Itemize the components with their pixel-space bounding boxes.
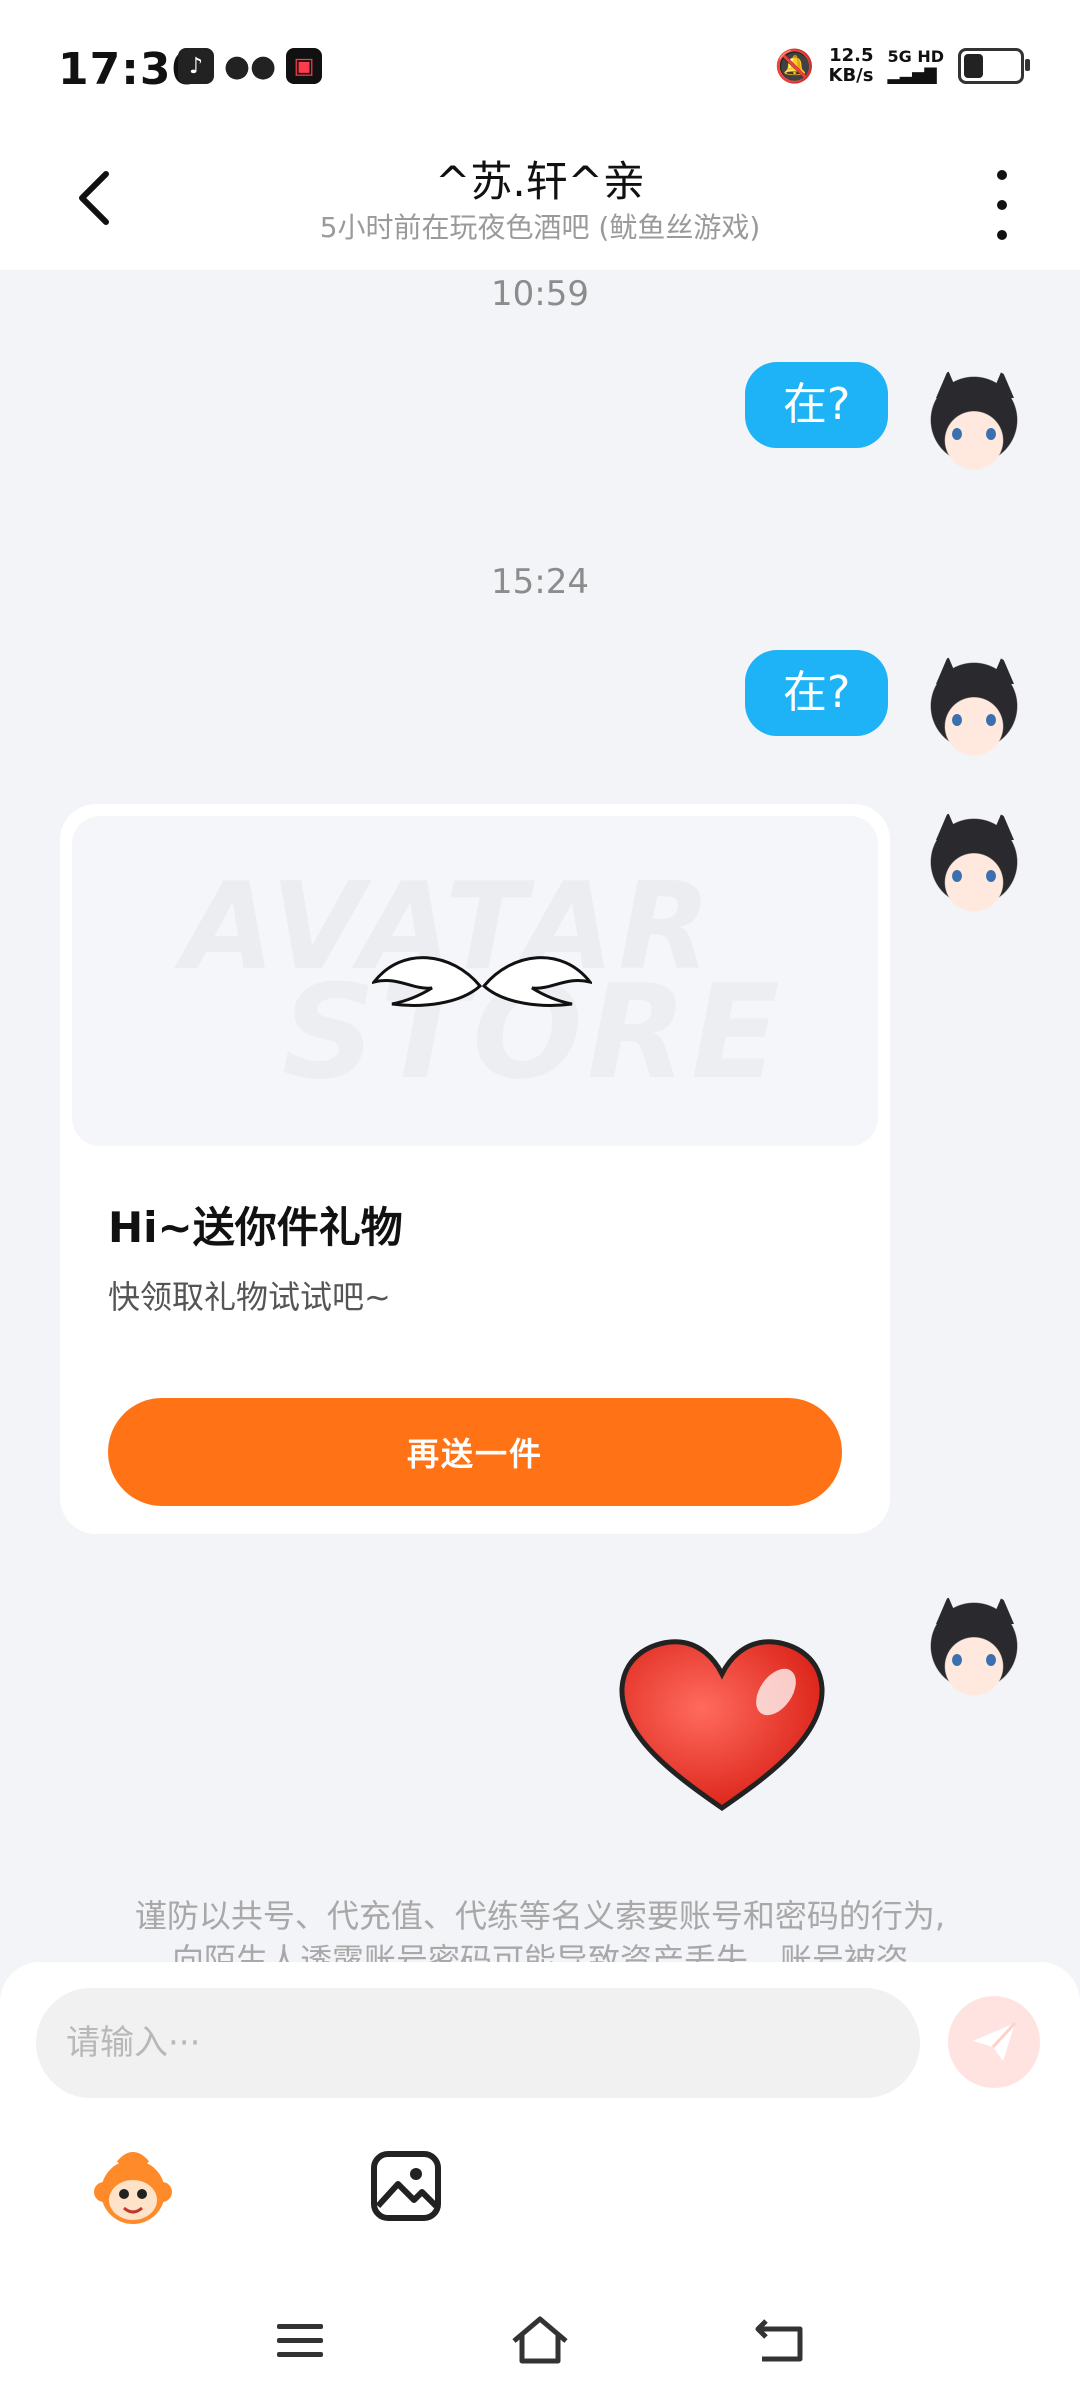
send-button[interactable]	[948, 1996, 1040, 2088]
sent-message-bubble[interactable]: 在?	[745, 362, 889, 448]
video-app-icon: ▣	[286, 48, 322, 84]
chat-header: ^苏.轩^亲 5小时前在玩夜色酒吧 (鱿鱼丝游戏)	[0, 140, 1080, 270]
message-timestamp: 10:59	[491, 274, 589, 314]
menu-icon	[277, 2324, 323, 2357]
user-avatar[interactable]	[914, 652, 1034, 772]
gift-image: AVATAR STORE	[72, 816, 878, 1146]
emoji-button[interactable]	[90, 2144, 176, 2230]
mute-bell-icon: 🔕	[774, 47, 815, 85]
input-panel	[0, 1962, 1080, 2400]
user-avatar[interactable]	[914, 366, 1034, 486]
monkey-emoji-icon	[94, 2152, 172, 2224]
more-options-button[interactable]	[972, 170, 1032, 240]
back-nav-button[interactable]	[750, 2310, 810, 2370]
gift-description: 快领取礼物试试吧~	[108, 1278, 391, 1316]
send-another-gift-button[interactable]: 再送一件	[108, 1398, 842, 1506]
message-input[interactable]	[36, 1988, 920, 2098]
wechat-icon: ●●	[223, 48, 277, 84]
network-speed: 12.5 KB/s	[828, 45, 874, 86]
status-bar: 17:30 ♪ ●● ▣ ● 🔕 12.5 KB/s 5G HD ▂▃▅▇	[0, 0, 1080, 1183]
status-right: 🔕 12.5 KB/s 5G HD ▂▃▅▇	[774, 45, 1030, 86]
heart-sticker-icon[interactable]	[616, 1636, 828, 1816]
menu-nav-button[interactable]	[270, 2310, 330, 2370]
signal-indicator: 5G HD ▂▃▅▇	[887, 47, 944, 84]
image-icon	[371, 2151, 441, 2221]
message-timestamp: 15:24	[491, 562, 589, 602]
system-nav-bar	[0, 2280, 1080, 2400]
contact-name: ^苏.轩^亲	[435, 157, 645, 206]
notification-icons: ♪ ●● ▣ ●	[178, 48, 733, 1183]
angel-wings-icon	[372, 956, 592, 1007]
gift-title: Hi~送你件礼物	[108, 1203, 403, 1252]
user-avatar[interactable]	[914, 808, 1034, 928]
return-icon	[755, 2319, 803, 2362]
battery-icon	[958, 48, 1030, 84]
home-nav-button[interactable]	[510, 2310, 570, 2370]
sent-message-bubble[interactable]: 在?	[745, 650, 889, 736]
gift-card[interactable]: AVATAR STORE Hi~送你件礼物 快领取礼物试试吧~ 再送一件	[60, 804, 890, 1534]
image-picker-button[interactable]	[368, 2148, 444, 2224]
send-icon	[973, 2021, 1017, 2061]
tiktok-icon: ♪	[178, 48, 214, 84]
user-avatar[interactable]	[914, 1592, 1034, 1712]
contact-status: 5小时前在玩夜色酒吧 (鱿鱼丝游戏)	[319, 211, 761, 244]
home-icon	[512, 2316, 568, 2364]
